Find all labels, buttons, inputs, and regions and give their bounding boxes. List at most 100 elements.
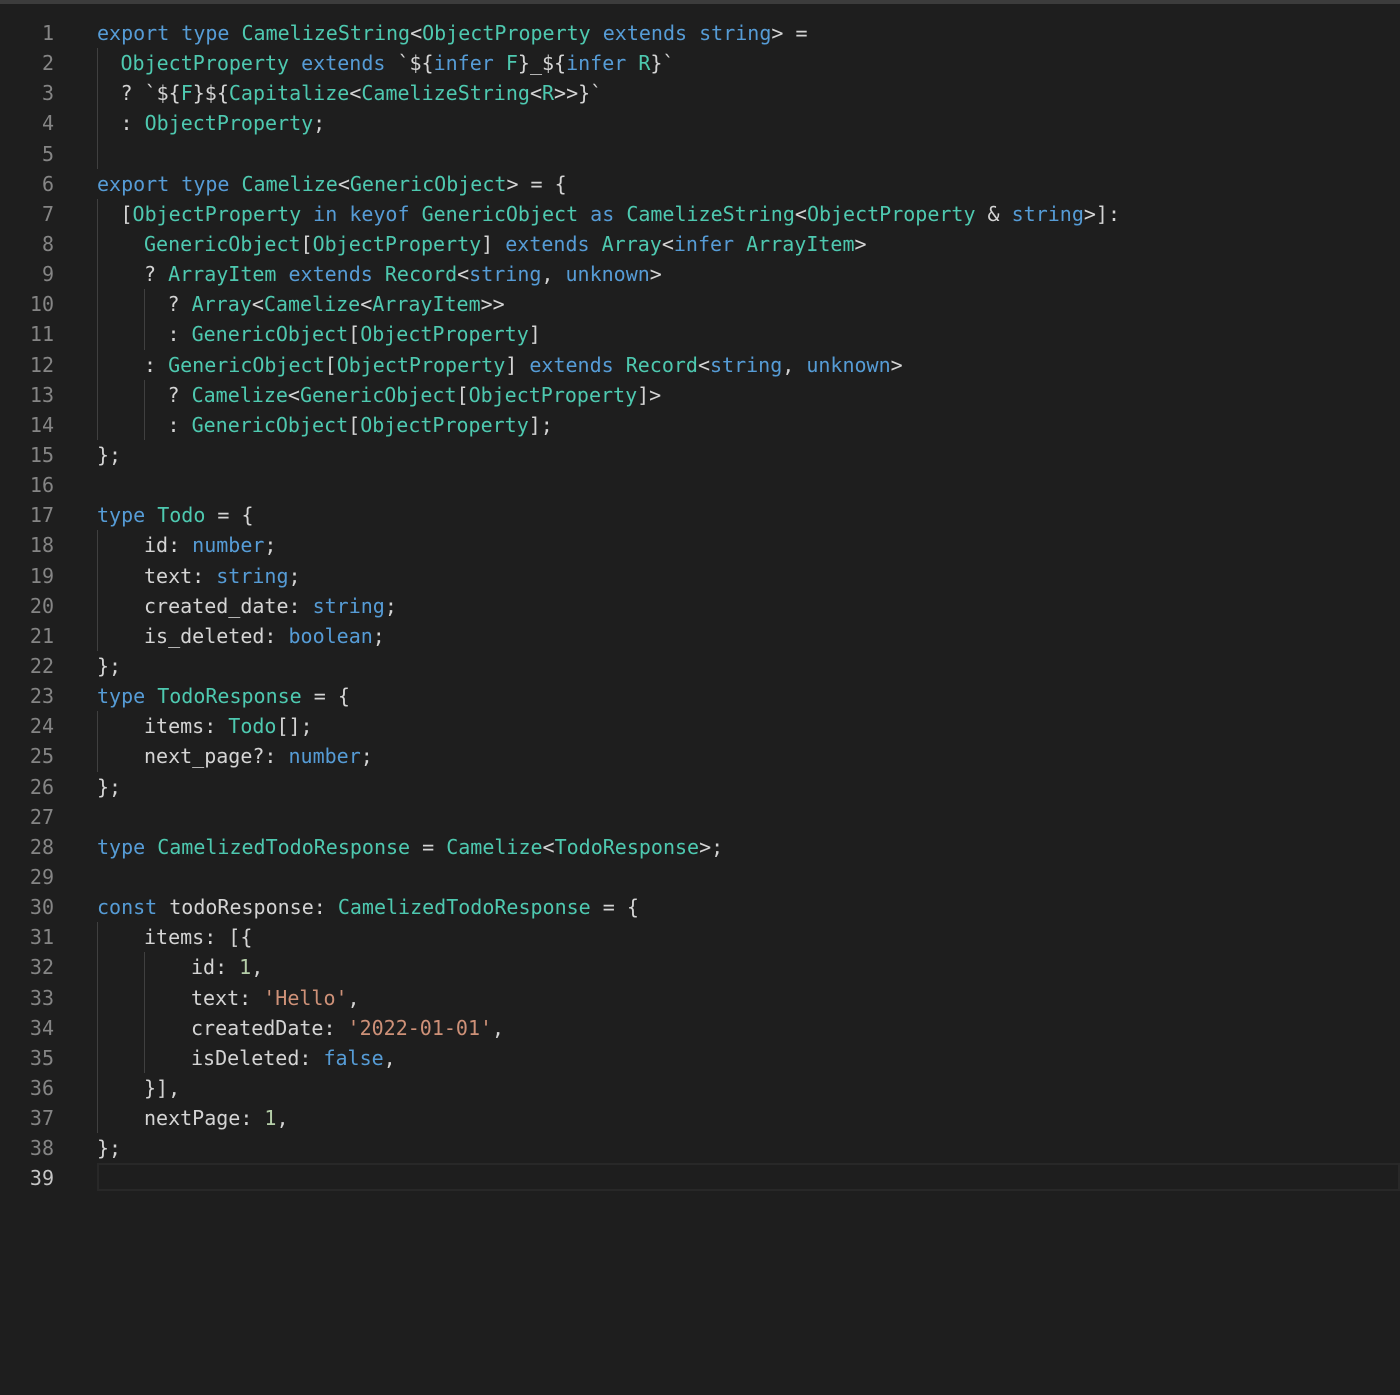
code-line[interactable]: 12: GenericObject[ObjectProperty] extend… (0, 349, 1400, 380)
code-token: extends (529, 352, 614, 377)
code-token: }; (97, 442, 122, 467)
code-token: >> (480, 292, 505, 317)
code-token: ] (505, 352, 530, 377)
code-text: text: string; (144, 561, 301, 591)
line-number: 35 (29, 1045, 54, 1070)
code-line[interactable]: 34 createdDate: '2022-01-01', (0, 1012, 1400, 1043)
code-line[interactable]: 17 type Todo = { (0, 500, 1400, 530)
code-line[interactable]: 32 id: 1, (0, 952, 1400, 983)
indent-guide (97, 1072, 98, 1104)
indent-guide (97, 228, 98, 260)
code-line[interactable]: 24 items: Todo[]; (0, 711, 1400, 742)
code-token: Camelize (241, 171, 338, 196)
code-line[interactable]: 16 (0, 470, 1400, 500)
code-token: infer (566, 51, 627, 76)
code-line[interactable]: 38}; (0, 1133, 1400, 1163)
code-line[interactable]: 35 isDeleted: false, (0, 1042, 1400, 1073)
code-line[interactable]: 33 text: 'Hello', (0, 982, 1400, 1013)
code-line[interactable]: 27 (0, 802, 1400, 832)
code-line[interactable]: 31 items: [{ (0, 922, 1400, 953)
code-line[interactable]: 28 type CamelizedTodoResponse = Camelize<… (0, 832, 1400, 862)
code-line[interactable]: 36}], (0, 1072, 1400, 1104)
code-line[interactable]: 21 is_deleted: boolean; (0, 620, 1400, 651)
code-token: >; (699, 834, 724, 859)
code-line[interactable]: 2 ObjectProperty extends `${infer F}_${in… (0, 48, 1400, 79)
code-token: CamelizeString (241, 21, 411, 45)
code-token: string (710, 352, 783, 377)
code-line[interactable]: 14: GenericObject[ObjectProperty]; (0, 409, 1400, 440)
code-token: infer (433, 51, 494, 76)
code-line[interactable]: 9? ArrayItem extends Record<string, unkn… (0, 259, 1400, 290)
code-token: R (638, 51, 651, 76)
code-token: ; (360, 744, 373, 769)
code-line[interactable]: 15}; (0, 440, 1400, 470)
code-token: todoResponse: (157, 895, 338, 920)
code-token: extends (602, 21, 688, 45)
indent-guide (97, 48, 98, 79)
line-number: 5 (41, 141, 54, 166)
line-number: 15 (29, 442, 54, 467)
code-token: extends (288, 262, 373, 287)
code-text: is_deleted: boolean; (144, 621, 385, 651)
code-line[interactable]: 25 next_page?: number; (0, 741, 1400, 772)
code-line[interactable]: 3? `${F}${Capitalize<CamelizeString<R>>}… (0, 78, 1400, 109)
editor-top-border (0, 0, 1400, 18)
code-line[interactable]: 19 text: string; (0, 560, 1400, 591)
code-token: TodoResponse (554, 834, 700, 859)
line-number: 6 (41, 171, 54, 196)
code-line[interactable]: 8 GenericObject[ObjectProperty] extends A… (0, 228, 1400, 260)
line-number: 13 (29, 382, 54, 407)
code-token: < (542, 834, 555, 859)
code-token: < (410, 21, 423, 45)
code-token: text: (144, 563, 217, 588)
code-line[interactable]: 26}; (0, 772, 1400, 802)
code-line[interactable]: 1 export type CamelizeString<ObjectProper… (0, 18, 1400, 48)
indent-guide (97, 138, 98, 169)
line-number: 12 (29, 352, 54, 377)
code-line[interactable]: 30 const todoResponse: CamelizedTodoRespo… (0, 892, 1400, 922)
code-line[interactable]: 5 (0, 138, 1400, 169)
code-lines[interactable]: 1 export type CamelizeString<ObjectProper… (0, 18, 1400, 1193)
code-token: extends (505, 231, 590, 256)
code-line[interactable]: 23 type TodoResponse = { (0, 681, 1400, 711)
code-token: type (181, 171, 230, 196)
code-token: : (120, 111, 145, 136)
code-line[interactable]: 29 (0, 862, 1400, 892)
code-text: }; (97, 440, 121, 470)
code-line[interactable]: 37 nextPage: 1, (0, 1103, 1400, 1134)
code-token: < (697, 352, 710, 377)
code-token: , (492, 1015, 505, 1040)
code-text: created_date: string; (144, 591, 397, 621)
code-line[interactable]: 20 created_date: string; (0, 590, 1400, 621)
line-number: 25 (29, 744, 54, 769)
indent-guide (144, 319, 145, 350)
code-line[interactable]: 22}; (0, 651, 1400, 681)
code-line[interactable]: 6 export type Camelize<GenericObject> = { (0, 169, 1400, 199)
code-token: createdDate: (191, 1015, 348, 1040)
code-token: id: (191, 955, 240, 980)
code-editor[interactable]: 1 export type CamelizeString<ObjectProper… (0, 0, 1400, 1395)
code-text: text: 'Hello', (191, 983, 360, 1013)
code-line[interactable]: 13? Camelize<GenericObject[ObjectPropert… (0, 379, 1400, 410)
code-line[interactable]: 4: ObjectProperty; (0, 108, 1400, 139)
code-token: next_page?: (144, 744, 289, 769)
indent-guide (97, 982, 98, 1013)
line-number: 26 (29, 774, 54, 799)
code-text: : GenericObject[ObjectProperty] (168, 319, 541, 349)
code-line[interactable]: 7 [ObjectProperty in keyof GenericObject … (0, 198, 1400, 229)
code-text: isDeleted: false, (191, 1043, 396, 1073)
code-line[interactable]: 10? Array<Camelize<ArrayItem>> (0, 289, 1400, 320)
code-line[interactable]: 11: GenericObject[ObjectProperty] (0, 319, 1400, 350)
code-line[interactable]: 18 id: number; (0, 530, 1400, 561)
code-line[interactable]: 39 (0, 1163, 1400, 1193)
code-token: [ (348, 322, 361, 347)
code-token: , (276, 1106, 289, 1131)
code-token: ? (167, 382, 192, 407)
indent-guide (144, 982, 145, 1013)
code-token: ] (528, 322, 541, 347)
code-token: < (251, 292, 264, 317)
line-number: 16 (29, 473, 54, 498)
